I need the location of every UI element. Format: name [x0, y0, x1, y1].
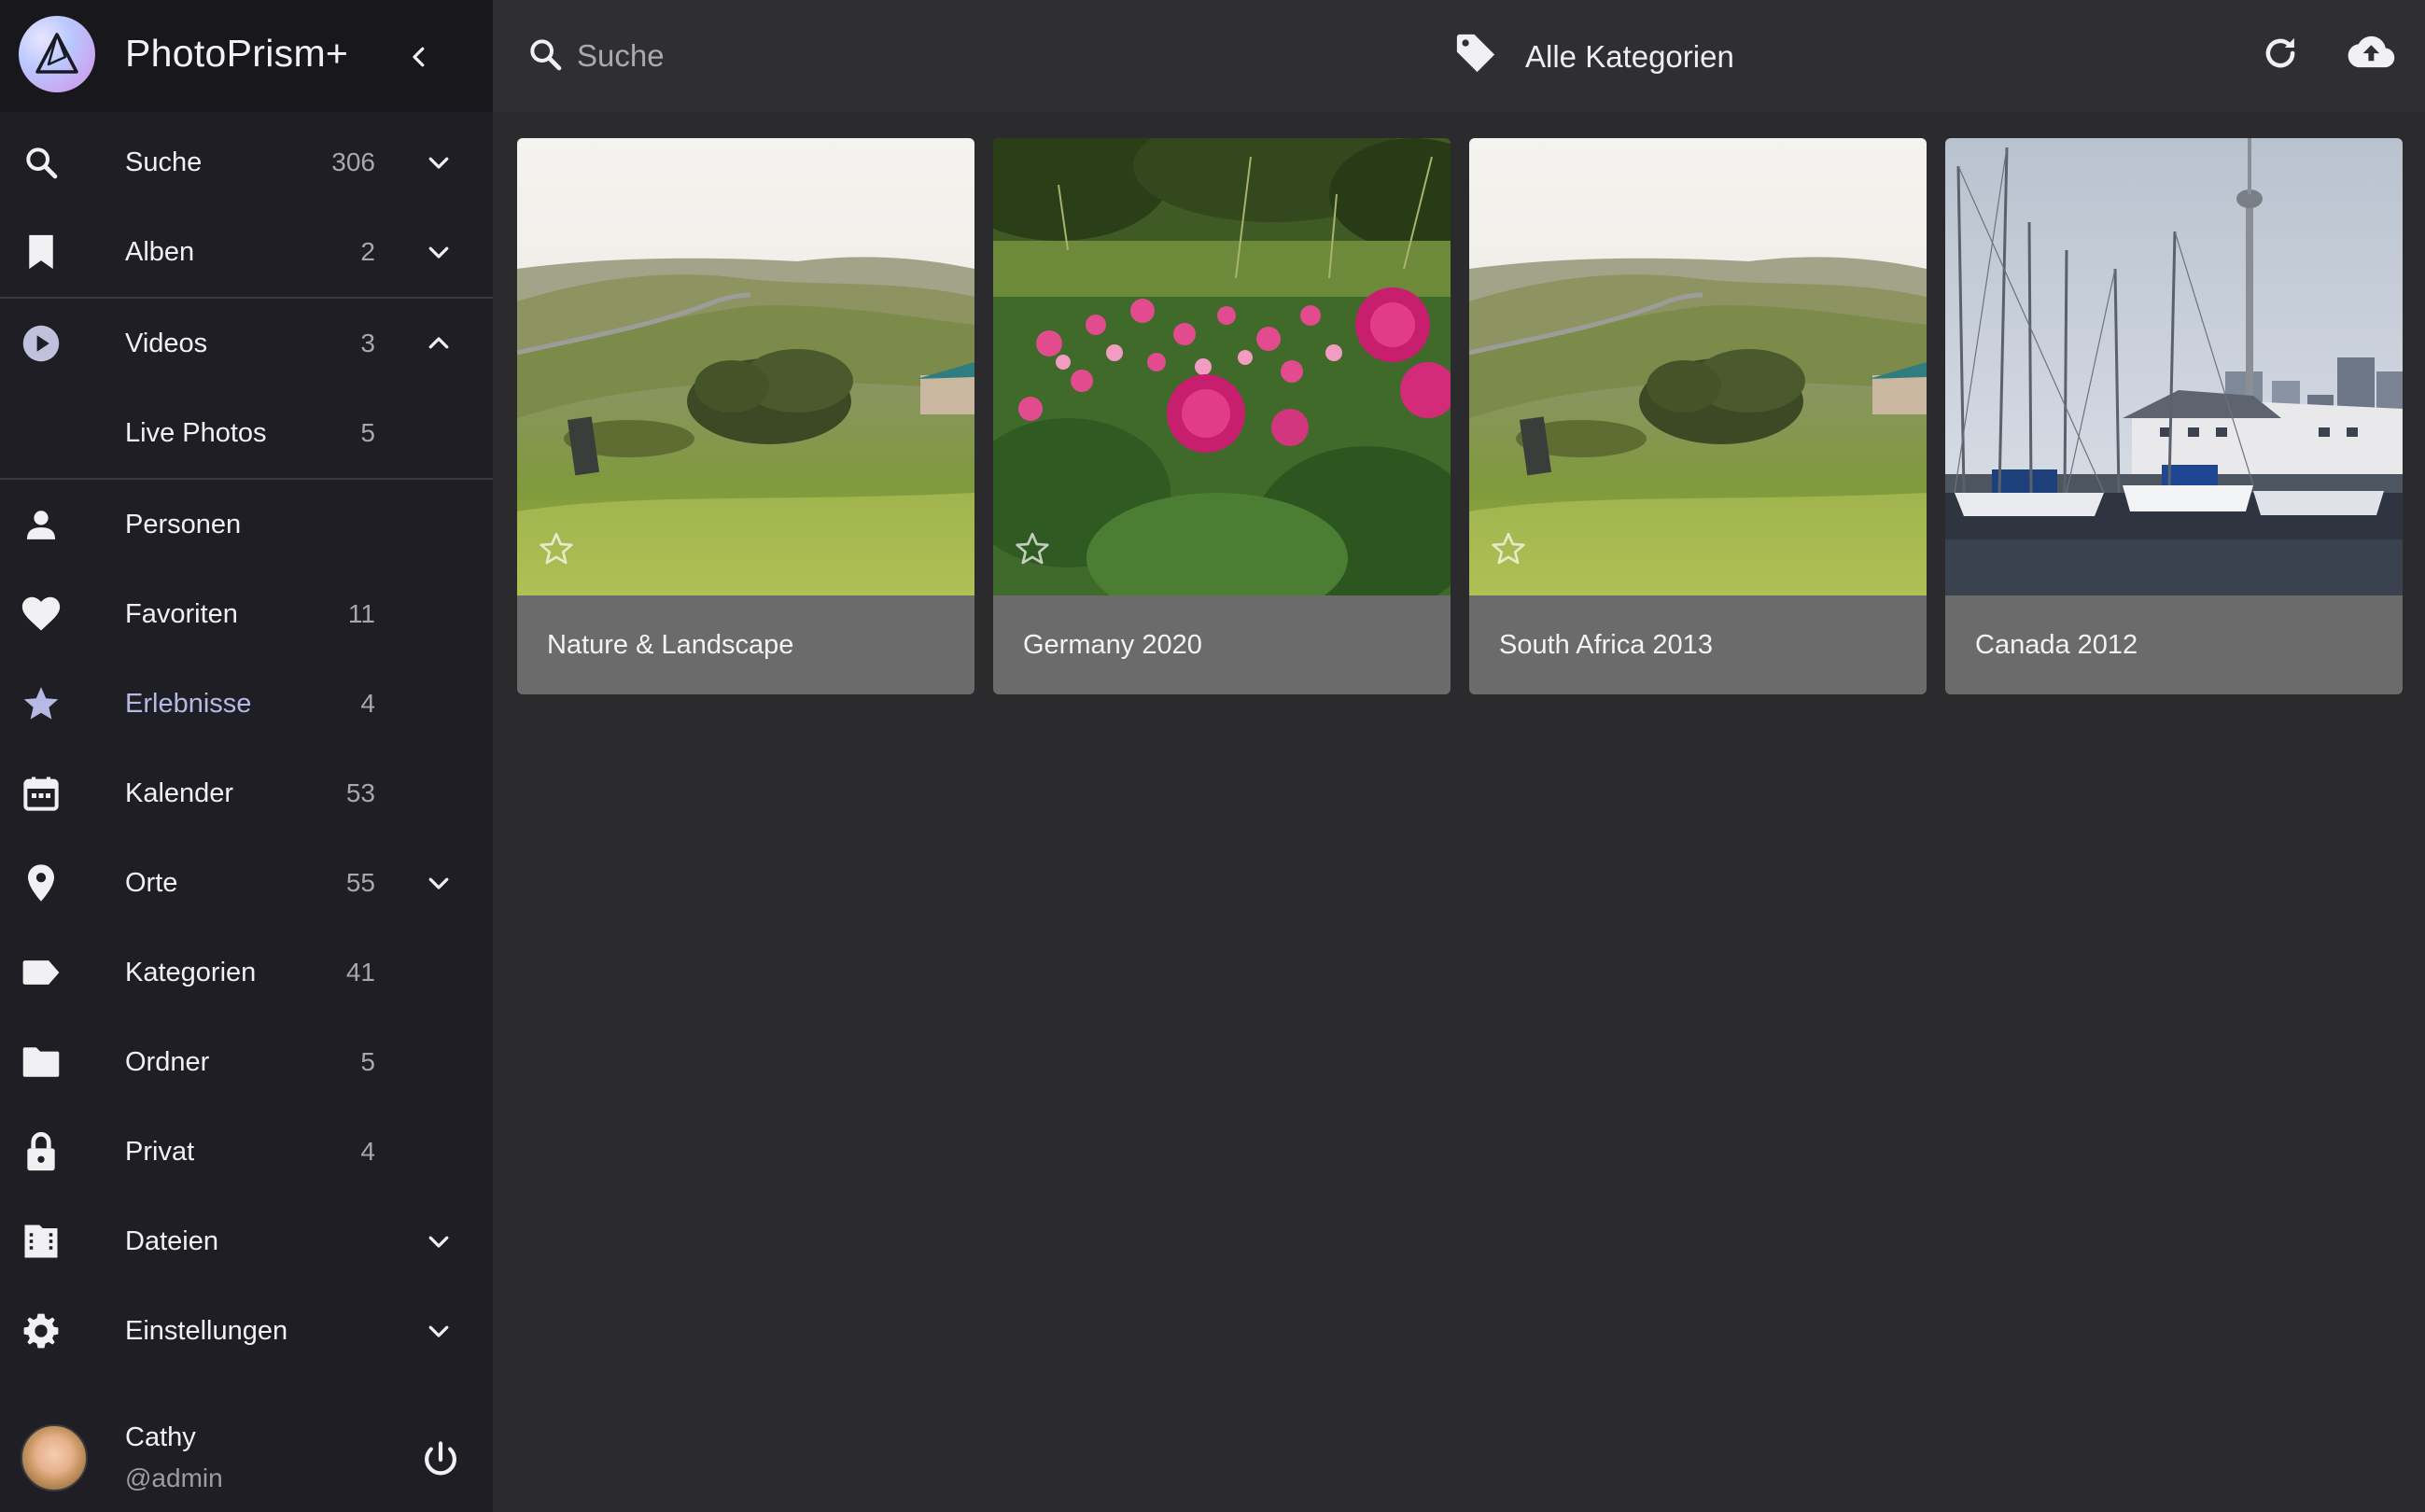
- sidebar-item-label: Kalender: [125, 778, 234, 808]
- sidebar-item-label: Einstellungen: [125, 1316, 288, 1346]
- sidebar-item-label: Dateien: [125, 1226, 218, 1256]
- tag-icon: [1454, 32, 1503, 80]
- sidebar-item-count: 3: [360, 329, 375, 357]
- moment-title: Germany 2020: [1023, 630, 1202, 660]
- sidebar-item-label: Erlebnisse: [125, 689, 252, 719]
- moment-thumbnail[interactable]: [517, 138, 974, 595]
- top-toolbar: Alle Kategorien: [493, 0, 2425, 112]
- star-icon: [21, 683, 62, 724]
- chevron-down-icon[interactable]: [420, 1312, 457, 1350]
- app-window: PhotoPrism+ Suche 306 Alben 2 Videos 3 L…: [0, 0, 2425, 1512]
- sidebar-item-albums[interactable]: Alben 2: [0, 207, 493, 297]
- sidebar-header: PhotoPrism+: [0, 0, 493, 112]
- sidebar: PhotoPrism+ Suche 306 Alben 2 Videos 3 L…: [0, 0, 493, 1512]
- moment-thumbnail[interactable]: [993, 138, 1451, 595]
- sidebar-item-label: Kategorien: [125, 958, 257, 987]
- search-input[interactable]: [577, 26, 1230, 86]
- film-folder-icon: [21, 1221, 62, 1262]
- moment-card[interactable]: Canada 2012: [1945, 138, 2403, 694]
- sidebar-item-favorites[interactable]: Favoriten 11: [0, 569, 493, 659]
- upload-button[interactable]: [2347, 32, 2399, 80]
- chevron-down-icon[interactable]: [420, 864, 457, 902]
- calendar-icon: [21, 773, 62, 814]
- moment-thumbnail[interactable]: [1945, 138, 2403, 595]
- user-name: Cathy: [125, 1422, 196, 1452]
- bookmark-icon: [21, 231, 62, 273]
- sidebar-item-private[interactable]: Privat 4: [0, 1107, 493, 1197]
- logo-triangle-icon: [35, 33, 78, 74]
- sidebar-item-live-photos[interactable]: Live Photos 5: [0, 388, 493, 478]
- chevron-up-icon[interactable]: [420, 325, 457, 362]
- star-icon[interactable]: [538, 530, 579, 571]
- moment-title: South Africa 2013: [1499, 630, 1713, 660]
- collapse-sidebar-button[interactable]: [396, 34, 442, 80]
- sidebar-item-count: 306: [331, 147, 375, 176]
- category-filter-label: Alle Kategorien: [1525, 39, 1734, 74]
- moment-title: Nature & Landscape: [547, 630, 794, 660]
- chevron-left-icon: [413, 47, 425, 67]
- sidebar-item-label: Ordner: [125, 1047, 210, 1077]
- sidebar-item-label: Suche: [125, 147, 203, 177]
- user-handle: @admin: [125, 1463, 223, 1492]
- folder-icon: [21, 1042, 62, 1083]
- sidebar-item-count: 11: [347, 599, 375, 628]
- app-title: PhotoPrism+: [125, 32, 349, 75]
- refresh-icon: [2265, 37, 2295, 68]
- sidebar-item-count: 4: [360, 689, 375, 718]
- search-icon: [21, 142, 62, 183]
- sidebar-item-labels[interactable]: Kategorien 41: [0, 928, 493, 1017]
- label-icon: [21, 952, 62, 993]
- sidebar-nav: Suche 306 Alben 2 Videos 3 Live Photos 5…: [0, 118, 493, 1376]
- sidebar-item-places[interactable]: Orte 55: [0, 838, 493, 928]
- chevron-down-icon[interactable]: [420, 233, 457, 271]
- sidebar-item-count: 41: [345, 958, 375, 987]
- lock-icon: [21, 1131, 62, 1172]
- moment-title: Canada 2012: [1975, 630, 2138, 660]
- sidebar-item-label: Favoriten: [125, 599, 238, 629]
- sidebar-item-search[interactable]: Suche 306: [0, 118, 493, 207]
- sidebar-item-label: Privat: [125, 1137, 195, 1167]
- chevron-down-icon[interactable]: [420, 144, 457, 181]
- play-circle-icon: [21, 323, 62, 364]
- avatar[interactable]: [21, 1424, 88, 1491]
- map-pin-icon: [21, 862, 62, 903]
- reload-button[interactable]: [2261, 34, 2306, 78]
- sidebar-item-count: 2: [360, 237, 375, 266]
- moment-card[interactable]: South Africa 2013: [1469, 138, 1927, 694]
- moment-card[interactable]: Nature & Landscape: [517, 138, 974, 694]
- star-icon[interactable]: [1490, 530, 1531, 571]
- sidebar-item-count: 53: [345, 778, 375, 807]
- sidebar-item-count: 4: [360, 1137, 375, 1166]
- sidebar-item-folders[interactable]: Ordner 5: [0, 1017, 493, 1107]
- sidebar-item-moments[interactable]: Erlebnisse 4: [0, 659, 493, 749]
- sidebar-item-videos[interactable]: Videos 3: [0, 299, 493, 388]
- sidebar-item-count: 5: [360, 418, 375, 447]
- chevron-down-icon[interactable]: [420, 1223, 457, 1260]
- sidebar-item-label: Orte: [125, 868, 178, 898]
- sidebar-item-calendar[interactable]: Kalender 53: [0, 749, 493, 838]
- star-icon[interactable]: [1014, 530, 1055, 571]
- logout-button[interactable]: [418, 1437, 463, 1482]
- moment-card[interactable]: Germany 2020: [993, 138, 1451, 694]
- sidebar-item-label: Personen: [125, 510, 242, 539]
- moments-grid: Nature & Landscape Germany 2020 South Af…: [517, 138, 2404, 698]
- user-account[interactable]: Cathy @admin: [0, 1409, 493, 1512]
- app-logo[interactable]: [19, 16, 95, 92]
- sidebar-item-library[interactable]: Dateien: [0, 1197, 493, 1286]
- sidebar-item-label: Live Photos: [125, 418, 267, 448]
- moment-thumbnail[interactable]: [1469, 138, 1927, 595]
- sidebar-item-people[interactable]: Personen: [0, 480, 493, 569]
- sidebar-item-label: Alben: [125, 237, 195, 267]
- person-icon: [21, 504, 62, 545]
- power-icon: [425, 1441, 456, 1476]
- sidebar-item-count: 5: [360, 1047, 375, 1076]
- cloud-upload-icon: [2348, 35, 2395, 68]
- search-icon: [526, 35, 568, 77]
- heart-icon: [21, 594, 62, 635]
- gear-icon: [21, 1310, 62, 1351]
- sidebar-item-count: 55: [345, 868, 375, 897]
- sidebar-item-label: Videos: [125, 329, 208, 358]
- sidebar-item-settings[interactable]: Einstellungen: [0, 1286, 493, 1376]
